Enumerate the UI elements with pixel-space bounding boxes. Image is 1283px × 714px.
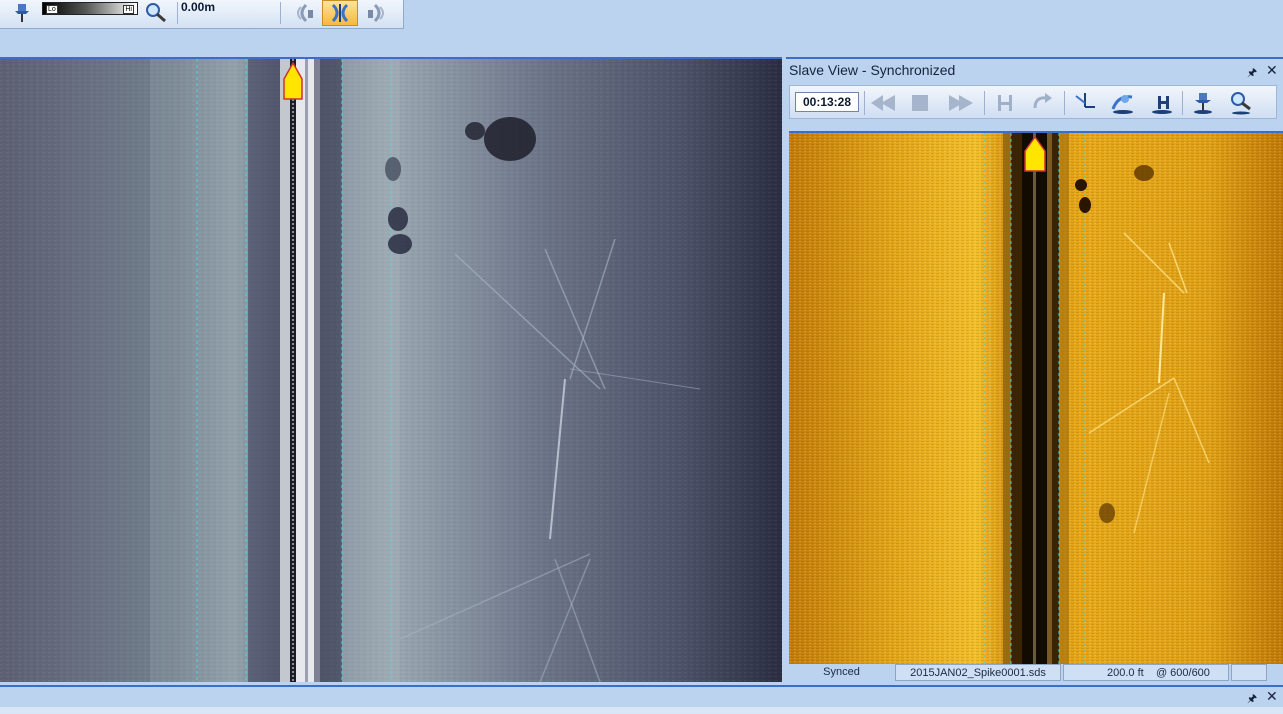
- slave-view-panel: Slave View - Synchronized 🖈 ✕ 00:13:28 S…: [786, 57, 1283, 687]
- status-cell-empty: [1231, 664, 1267, 681]
- ping-value: @ 600/600: [1155, 667, 1210, 679]
- height-icon: [998, 95, 1012, 111]
- redo-icon: [1033, 93, 1052, 109]
- stop-button[interactable]: [905, 90, 935, 116]
- fast-forward-button[interactable]: [946, 90, 976, 116]
- redo-button[interactable]: [1028, 90, 1058, 116]
- measure-icon: [1152, 96, 1172, 114]
- bottom-panel-header: 🖈 ✕: [0, 685, 1283, 714]
- slave-sonar-view[interactable]: [789, 131, 1283, 664]
- toolbar-separator: [1182, 91, 1183, 115]
- gain-high-label: Hi: [123, 5, 134, 14]
- target-button[interactable]: [1108, 90, 1138, 116]
- stop-icon: [912, 95, 928, 111]
- pin-button[interactable]: [1188, 90, 1218, 116]
- toolbar-separator: [864, 91, 865, 115]
- sonar-both-icon: [331, 3, 349, 23]
- toolbar-separator: [280, 2, 281, 24]
- layback-icon: [1075, 93, 1095, 108]
- sonar-toolbar: Lo Hi 0.00m: [0, 0, 404, 29]
- status-bar: Synced 2015JAN02_Spike0001.sds 200.0 ft …: [786, 664, 1283, 682]
- zoom-icon: [1231, 92, 1251, 115]
- time-readout[interactable]: 00:13:28: [795, 92, 859, 112]
- measure-button[interactable]: [1146, 90, 1176, 116]
- layback-button[interactable]: [1070, 90, 1100, 116]
- close-icon[interactable]: ✕: [1266, 688, 1278, 705]
- zoom-icon: [146, 3, 166, 23]
- pin-icon: [15, 4, 29, 22]
- zoom-button[interactable]: [138, 0, 174, 26]
- close-icon[interactable]: ✕: [1266, 62, 1278, 79]
- sonar-right-button[interactable]: [360, 0, 396, 26]
- fast-forward-icon: [949, 95, 973, 111]
- rewind-icon: [871, 95, 895, 111]
- depth-readout: 0.00m: [181, 0, 216, 14]
- pin-button[interactable]: [4, 0, 40, 26]
- sonar-both-button[interactable]: [322, 0, 358, 26]
- target-icon: [1111, 95, 1133, 114]
- rewind-button[interactable]: [868, 90, 898, 116]
- sync-status: Synced: [823, 666, 860, 678]
- main-sonar-view[interactable]: [0, 57, 782, 682]
- gain-slider[interactable]: Lo Hi: [42, 2, 138, 15]
- zoom-button[interactable]: [1226, 90, 1256, 116]
- toolbar-separator: [1064, 91, 1065, 115]
- toolbar-separator: [177, 2, 178, 24]
- gain-low-label: Lo: [46, 5, 58, 14]
- main-sonar-image: [0, 59, 782, 682]
- sonar-right-icon: [368, 3, 384, 23]
- pin-icon[interactable]: 🖈: [1247, 64, 1257, 83]
- height-button[interactable]: [990, 90, 1020, 116]
- sonar-left-button[interactable]: [285, 0, 321, 26]
- slave-view-title: Slave View - Synchronized: [789, 62, 956, 78]
- slave-view-toolbar: 00:13:28: [789, 85, 1277, 119]
- pin-icon: [1194, 93, 1212, 114]
- range-readout: 200.0 ft @ 600/600: [1063, 664, 1229, 681]
- sonar-left-icon: [297, 3, 313, 23]
- toolbar-separator: [984, 91, 985, 115]
- range-value: 200.0 ft: [1107, 667, 1144, 679]
- bottom-panel-body: [0, 707, 1283, 714]
- slave-sonar-image: [789, 133, 1283, 664]
- file-name: 2015JAN02_Spike0001.sds: [895, 664, 1061, 681]
